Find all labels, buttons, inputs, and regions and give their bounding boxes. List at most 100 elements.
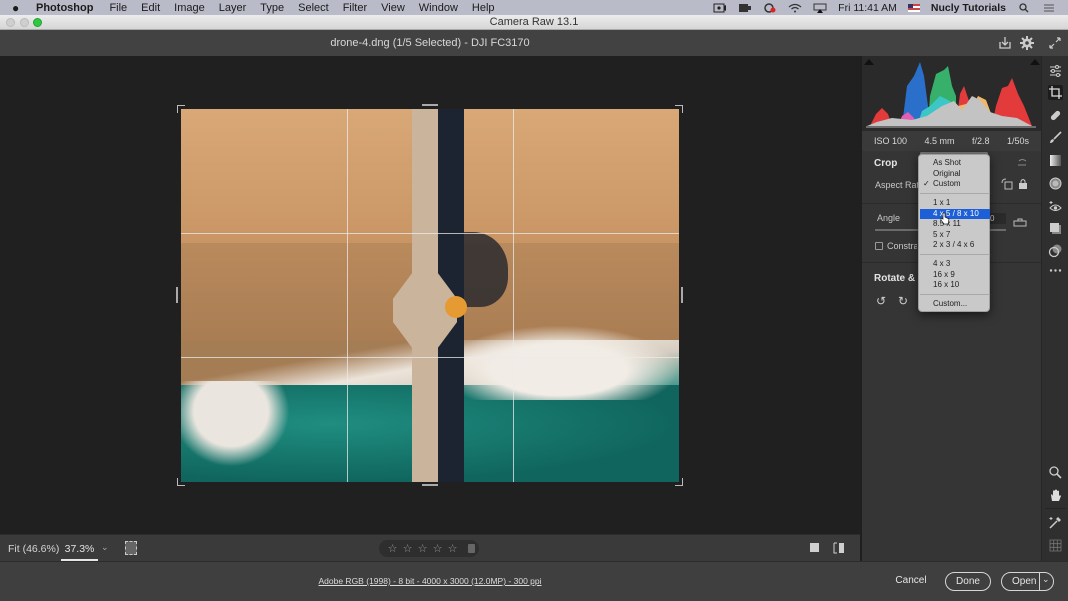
hand-icon[interactable]	[1048, 488, 1063, 503]
color-sampler-icon[interactable]	[1048, 515, 1063, 530]
fullscreen-icon[interactable]	[1047, 35, 1063, 51]
histogram	[862, 56, 1041, 131]
red-eye-icon[interactable]	[1048, 199, 1063, 214]
rotate-left-icon[interactable]: ↺	[876, 294, 886, 308]
before-after-toggle-icon[interactable]	[809, 542, 821, 554]
edit-sliders-icon[interactable]	[1048, 63, 1063, 78]
aspect-option-8-5x11[interactable]: 8.5 x 11	[920, 219, 990, 230]
aspect-option-16x9[interactable]: 16 x 9	[920, 270, 990, 281]
workflow-options-link[interactable]: Adobe RGB (1998) - 8 bit - 4000 x 3000 (…	[0, 576, 860, 586]
exif-bar: ISO 100 4.5 mm f/2.8 1/50s	[862, 131, 1041, 151]
star-icon[interactable]: ☆	[387, 542, 398, 555]
star-icon[interactable]: ☆	[417, 542, 428, 555]
mouse-cursor-icon	[940, 212, 950, 225]
linear-gradient-icon[interactable]	[1048, 153, 1063, 168]
menu-layer[interactable]: Layer	[219, 2, 247, 14]
crop-handle-top[interactable]	[422, 104, 438, 106]
screen-record-icon[interactable]	[713, 3, 727, 13]
crop-handle-bottom-right[interactable]	[675, 478, 683, 486]
crop-handle-right[interactable]	[681, 287, 683, 303]
fit-zoom-button[interactable]: Fit (46.6%)	[8, 543, 59, 555]
star-icon[interactable]: ☆	[447, 542, 458, 555]
tool-rail	[1041, 56, 1068, 561]
menu-image[interactable]: Image	[174, 2, 205, 14]
mac-menu-bar: ● Photoshop File Edit Image Layer Type S…	[0, 0, 1068, 15]
trash-icon[interactable]	[468, 544, 475, 553]
menu-file[interactable]: File	[109, 2, 127, 14]
airplay-icon[interactable]	[813, 3, 827, 13]
menu-window[interactable]: Window	[419, 2, 458, 14]
rotate-right-icon[interactable]: ↻	[898, 294, 908, 308]
menu-edit[interactable]: Edit	[141, 2, 160, 14]
photo-preview[interactable]	[181, 109, 679, 482]
aspect-option-custom-dialog[interactable]: Custom...	[920, 299, 990, 310]
crop-handle-left[interactable]	[176, 287, 178, 303]
menu-type[interactable]: Type	[260, 2, 284, 14]
clock[interactable]: Fri 11:41 AM	[838, 2, 897, 14]
aspect-option-1x1[interactable]: 1 x 1	[920, 198, 990, 209]
dropdown-divider	[920, 294, 990, 295]
aspect-option-16x10[interactable]: 16 x 10	[920, 280, 990, 291]
exif-shutter: 1/50s	[1006, 136, 1029, 146]
window-title: Camera Raw 13.1	[489, 16, 579, 28]
healing-icon[interactable]	[1048, 108, 1063, 123]
aspect-option-2x3[interactable]: 2 x 3 / 4 x 6	[920, 240, 990, 251]
constrain-checkbox[interactable]	[875, 242, 883, 250]
exif-aperture: f/2.8	[971, 136, 990, 146]
open-options-chevron-icon[interactable]: ⌄	[1042, 574, 1050, 585]
save-icon[interactable]	[997, 35, 1013, 51]
app-header: drone-4.dng (1/5 Selected) - DJI FC3170	[0, 30, 1068, 56]
crop-handle-bottom-left[interactable]	[177, 478, 185, 486]
filmstrip-toggle-icon[interactable]	[125, 541, 137, 555]
aspect-option-4x3[interactable]: 4 x 3	[920, 259, 990, 270]
menu-app-name[interactable]: Photoshop	[36, 2, 93, 14]
radial-filter-icon[interactable]	[1048, 176, 1063, 191]
crop-handle-top-left[interactable]	[177, 105, 185, 113]
constrain-label[interactable]: Constrain to Image	[887, 241, 917, 251]
zoom-dropdown-icon[interactable]: ⌄	[101, 542, 109, 553]
apple-menu-icon[interactable]: ●	[12, 1, 26, 15]
reset-crop-icon[interactable]	[1016, 157, 1028, 167]
menu-select[interactable]: Select	[298, 2, 329, 14]
presets-icon[interactable]	[1048, 221, 1063, 236]
grid-icon[interactable]	[1048, 538, 1063, 553]
menu-view[interactable]: View	[381, 2, 405, 14]
list-icon[interactable]	[1042, 3, 1056, 13]
snapshots-icon[interactable]	[1048, 243, 1063, 258]
rotate-flip-section-title: Rotate & Flip	[874, 273, 918, 284]
search-icon[interactable]	[1017, 2, 1031, 13]
aspect-option-4x5[interactable]: 4 x 5 / 8 x 10	[920, 208, 990, 219]
menu-filter[interactable]: Filter	[343, 2, 367, 14]
document-title: drone-4.dng (1/5 Selected) - DJI FC3170	[330, 37, 530, 49]
flip-aspect-icon[interactable]	[1001, 178, 1013, 190]
settings-icon[interactable]	[1019, 35, 1035, 51]
crop-handle-bottom[interactable]	[422, 484, 438, 486]
angle-input[interactable]: 0	[988, 213, 1006, 224]
zoom-level[interactable]: 37.3%	[61, 537, 98, 561]
star-icon[interactable]: ☆	[432, 542, 443, 555]
battery-icon[interactable]	[738, 3, 752, 13]
split-view-icon[interactable]	[833, 542, 845, 554]
wifi-icon[interactable]	[788, 3, 802, 13]
image-canvas[interactable]	[0, 56, 860, 534]
done-button[interactable]: Done	[945, 572, 991, 591]
creative-cloud-icon[interactable]	[763, 2, 777, 13]
aspect-option-original[interactable]: Original	[920, 169, 990, 180]
aspect-option-as-shot[interactable]: As Shot	[920, 158, 990, 169]
aspect-option-custom[interactable]: Custom	[920, 179, 990, 190]
cancel-button[interactable]: Cancel	[889, 572, 933, 591]
flag-icon[interactable]	[907, 3, 920, 12]
crop-icon[interactable]	[1048, 85, 1063, 100]
aspect-option-5x7[interactable]: 5 x 7	[920, 230, 990, 241]
crop-grid-line	[346, 109, 348, 482]
crop-handle-top-right[interactable]	[675, 105, 683, 113]
straighten-tool-icon[interactable]	[1013, 218, 1027, 228]
brush-icon[interactable]	[1048, 130, 1063, 145]
lock-icon[interactable]	[1018, 178, 1028, 190]
more-icon[interactable]	[1048, 263, 1063, 278]
user-name[interactable]: Nucly Tutorials	[931, 2, 1006, 14]
star-icon[interactable]: ☆	[402, 542, 413, 555]
zoom-icon[interactable]	[1048, 465, 1063, 480]
menu-help[interactable]: Help	[472, 2, 495, 14]
crop-grid-line	[512, 109, 514, 482]
